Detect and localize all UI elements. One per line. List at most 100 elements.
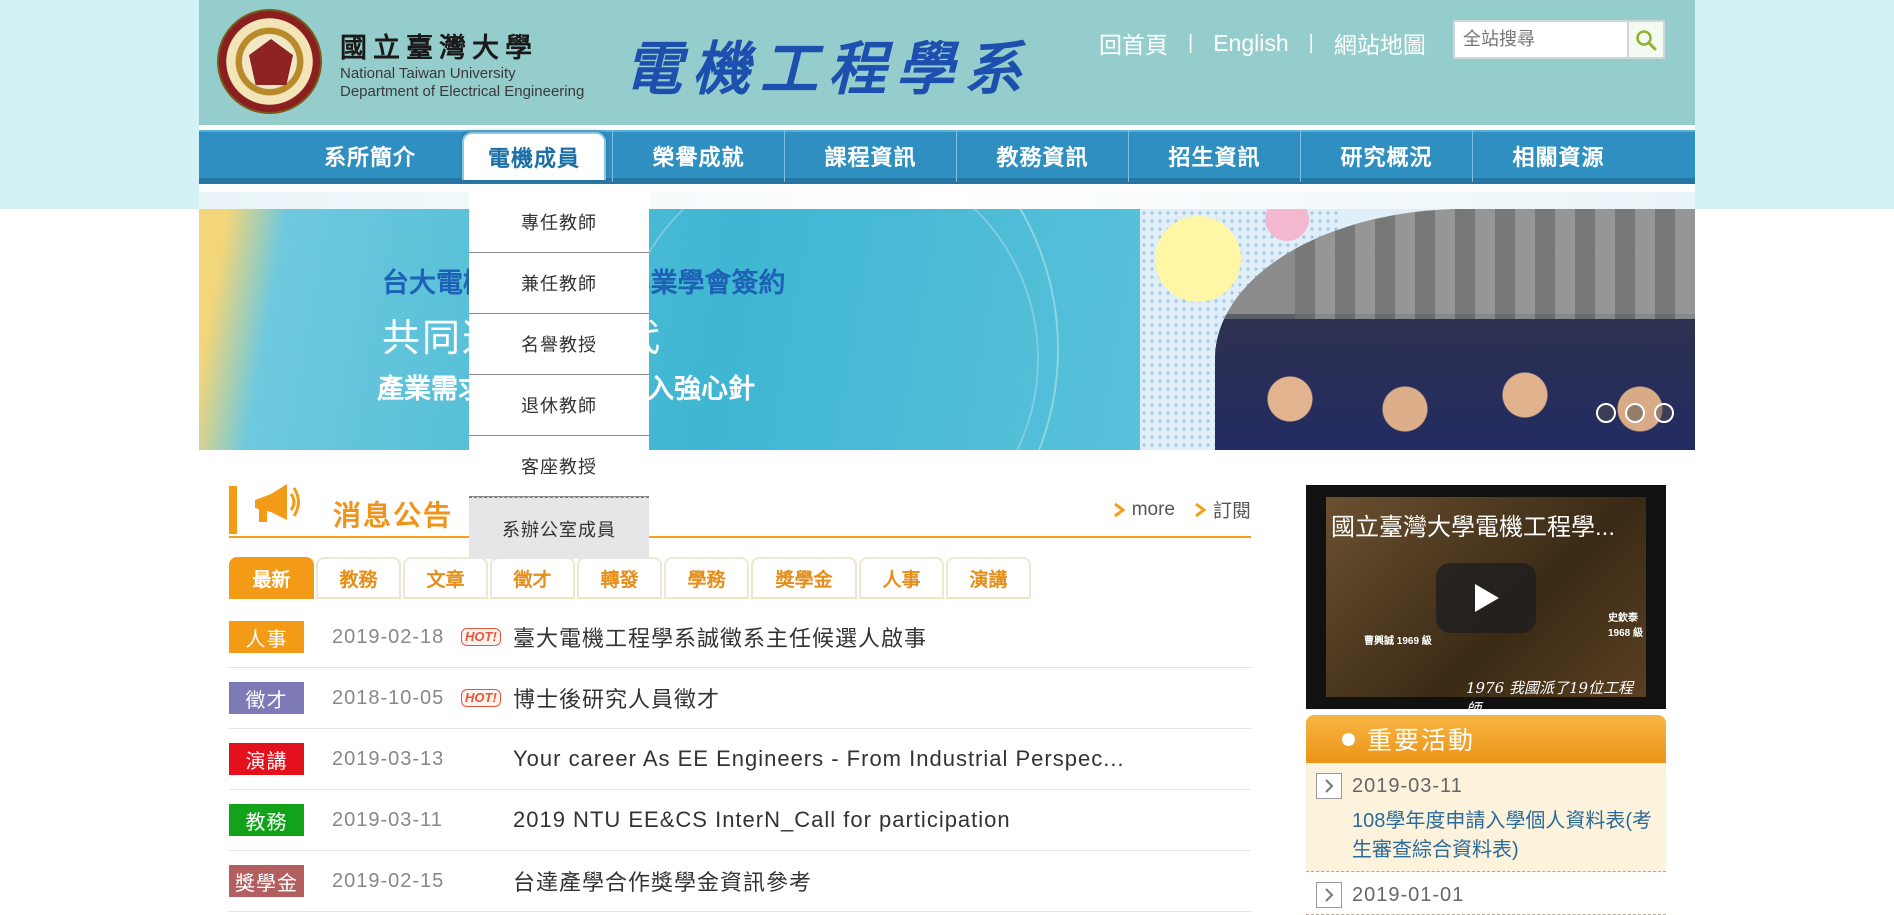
video-title[interactable]: 國立臺灣大學電機工程學... — [1331, 507, 1651, 542]
home-link[interactable]: 回首頁 — [1099, 26, 1168, 60]
news-date: 2019-03-13 — [332, 747, 445, 770]
event-date-row: 2019-03-11 — [1316, 773, 1656, 799]
event-link[interactable]: 108學年度申請入學個人資料表(考生審查綜合資料表) — [1352, 807, 1656, 865]
hot-badge-icon: HOT! — [461, 689, 501, 707]
video-caption-left: 曹興誠 1969 級 — [1364, 636, 1432, 647]
nav-item-admissions[interactable]: 招生資訊 — [1128, 130, 1300, 182]
category-badge[interactable]: 演講 — [229, 743, 304, 775]
news-title-link[interactable]: 台達產學合作獎學金資訊參考 — [513, 865, 812, 897]
news-title-link[interactable]: 臺大電機工程學系誠徵系主任候選人啟事 — [513, 621, 927, 653]
arrow-right-icon[interactable] — [1316, 773, 1342, 799]
nav-item-resources[interactable]: 相關資源 — [1472, 130, 1644, 182]
events-header: 重要活動 — [1306, 715, 1666, 763]
news-accent-bar — [229, 486, 237, 534]
chevron-right-icon — [1113, 502, 1126, 517]
page-wrapper: 國立臺灣大學 National Taiwan University Depart… — [199, 0, 1695, 915]
more-label: more — [1131, 498, 1175, 520]
category-badge[interactable]: 教務 — [229, 804, 304, 836]
tab-scholarship[interactable]: 獎學金 — [751, 557, 857, 599]
tab-student-affairs[interactable]: 學務 — [664, 557, 749, 599]
top-links: 回首頁 | English | 網站地圖 — [1099, 26, 1426, 60]
event-date-row: 2019-01-01 — [1316, 882, 1656, 908]
hot-badge-slot: HOT! — [461, 626, 511, 648]
news-tabs: 最新 教務 文章 徵才 轉發 學務 獎學金 人事 演講 — [229, 557, 1031, 599]
nav-item-members[interactable]: 電機成員 — [462, 132, 606, 180]
tab-latest[interactable]: 最新 — [229, 557, 314, 599]
video-caption-right: 史欽泰 1968 級 — [1608, 613, 1644, 639]
arrow-right-icon[interactable] — [1316, 882, 1342, 908]
category-badge[interactable]: 獎學金 — [229, 865, 304, 897]
news-row: 演講 2019-03-13 Your career As EE Engineer… — [229, 729, 1251, 790]
nav-underband — [199, 192, 1695, 209]
hot-badge-slot: HOT! — [461, 687, 511, 709]
yellow-circle-decoration — [1155, 216, 1241, 302]
event-date: 2019-01-01 — [1352, 883, 1465, 906]
sitemap-link[interactable]: 網站地圖 — [1334, 26, 1426, 60]
tab-personnel[interactable]: 人事 — [859, 557, 944, 599]
slider-dot[interactable] — [1654, 403, 1674, 423]
nav-item-honors[interactable]: 榮譽成就 — [612, 130, 784, 182]
play-button[interactable] — [1436, 563, 1536, 633]
news-row: 徵才 2018-10-05 HOT! 博士後研究人員徵才 — [229, 668, 1251, 729]
news-title: 消息公告 — [333, 500, 454, 531]
dropdown-item-fulltime-faculty[interactable]: 專任教師 — [469, 192, 649, 253]
dept-title[interactable]: 電機工程學系 — [624, 22, 1032, 106]
nav-item-academic[interactable]: 教務資訊 — [956, 130, 1128, 182]
nav-item-research[interactable]: 研究概況 — [1300, 130, 1472, 182]
search-icon — [1636, 29, 1657, 50]
bullet-icon — [1342, 732, 1355, 746]
slider-dot[interactable] — [1596, 403, 1616, 423]
tab-forwarded[interactable]: 轉發 — [577, 557, 662, 599]
tab-lectures[interactable]: 演講 — [946, 557, 1031, 599]
site-header: 國立臺灣大學 National Taiwan University Depart… — [199, 0, 1695, 125]
dropdown-item-office-staff[interactable]: 系辦公室成員 — [469, 497, 649, 559]
news-header: 消息公告 more 訂閱 — [229, 482, 1251, 538]
search-input[interactable] — [1455, 22, 1627, 57]
slider-dot[interactable] — [1625, 403, 1645, 423]
globe-decoration — [619, 209, 1039, 450]
members-dropdown-menu: 專任教師 兼任教師 名譽教授 退休教師 客座教授 系辦公室成員 — [469, 192, 649, 559]
event-item: 2019-03-11 108學年度申請入學個人資料表(考生審查綜合資料表) — [1306, 763, 1666, 872]
subscribe-label: 訂閱 — [1212, 501, 1251, 522]
dropdown-item-adjunct-faculty[interactable]: 兼任教師 — [469, 253, 649, 314]
news-title-link[interactable]: 博士後研究人員徵才 — [513, 682, 720, 714]
news-title-link[interactable]: Your career As EE Engineers - From Indus… — [513, 746, 1125, 772]
hot-badge-icon: HOT! — [461, 628, 501, 646]
hot-badge-slot — [461, 870, 511, 892]
dropdown-item-emeritus[interactable]: 名譽教授 — [469, 314, 649, 375]
chevron-right-icon — [1195, 502, 1207, 517]
graduates-crowd — [1215, 319, 1695, 450]
english-link[interactable]: English — [1213, 30, 1288, 57]
nav-item-courses[interactable]: 課程資訊 — [784, 130, 956, 182]
event-date: 2019-03-11 — [1352, 774, 1463, 797]
slider-pagination — [1596, 403, 1674, 423]
dropdown-item-visiting[interactable]: 客座教授 — [469, 436, 649, 497]
dropdown-item-retired[interactable]: 退休教師 — [469, 375, 649, 436]
category-badge[interactable]: 徵才 — [229, 682, 304, 714]
events-list: 2019-03-11 108學年度申請入學個人資料表(考生審查綜合資料表) 20… — [1306, 763, 1666, 915]
ntu-name-en: National Taiwan University — [340, 65, 516, 82]
news-date: 2018-10-05 — [332, 686, 445, 709]
main-navbar: 系所簡介 電機成員 榮譽成就 課程資訊 教務資訊 招生資訊 研究概況 相關資源 — [199, 125, 1695, 192]
subscribe-link[interactable]: 訂閱 — [1193, 496, 1251, 523]
news-date: 2019-02-18 — [332, 625, 445, 648]
more-link[interactable]: more — [1112, 499, 1175, 521]
video-caption-bottom: 1976 我國派了19位工程師 — [1466, 679, 1634, 718]
tab-recruitment[interactable]: 徵才 — [490, 557, 575, 599]
nav-list: 系所簡介 電機成員 榮譽成就 課程資訊 教務資訊 招生資訊 研究概況 相關資源 — [284, 130, 1644, 184]
category-badge[interactable]: 人事 — [229, 621, 304, 653]
news-row: 人事 2019-02-18 HOT! 臺大電機工程學系誠徵系主任候選人啟事 — [229, 607, 1251, 668]
news-title-link[interactable]: 2019 NTU EE&CS InterN_Call for participa… — [513, 807, 1011, 833]
play-icon — [1475, 584, 1499, 612]
event-item: 2019-01-01 — [1306, 872, 1666, 915]
banner-slide[interactable]: 台大電機與IEEE CS專業學會簽約 共同邁向新時代 產業需求為技職教育注入強心… — [199, 209, 1140, 450]
ntu-name-zh: 國立臺灣大學 — [340, 33, 538, 64]
video-player[interactable]: 曹興誠 1969 級 史欽泰 1968 級 1976 我國派了19位工程師 國立… — [1306, 485, 1666, 718]
news-date: 2019-02-15 — [332, 869, 445, 892]
tab-academic[interactable]: 教務 — [316, 557, 401, 599]
search-button[interactable] — [1627, 22, 1663, 57]
link-separator: | — [1308, 31, 1314, 54]
tab-articles[interactable]: 文章 — [403, 557, 488, 599]
nav-item-about[interactable]: 系所簡介 — [284, 130, 456, 182]
ntu-seal-logo[interactable] — [217, 9, 322, 114]
